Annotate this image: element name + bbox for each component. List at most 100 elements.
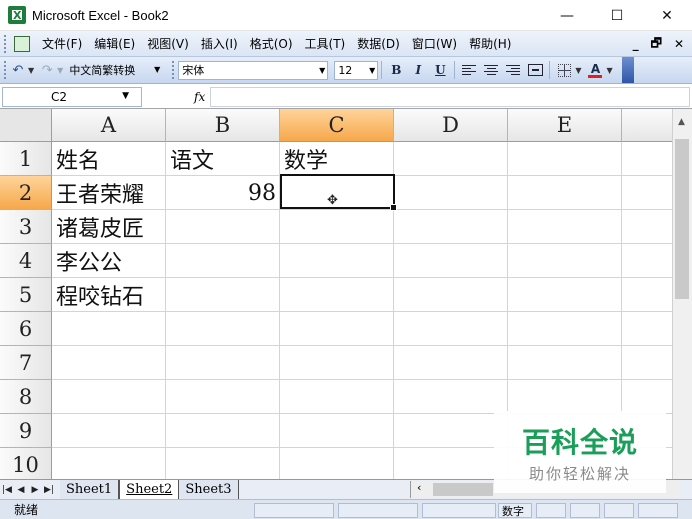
cell-b2[interactable]: 98	[166, 176, 280, 210]
status-panel	[604, 503, 634, 518]
excel-app-icon[interactable]: X	[8, 6, 26, 24]
menu-file[interactable]: 文件(F)	[36, 31, 88, 57]
cell-a5[interactable]: 程咬钻石	[52, 278, 166, 312]
minimize-button[interactable]: —	[542, 0, 592, 31]
status-bar: 就绪 数字	[0, 499, 692, 519]
doc-close-button[interactable]: ✕	[674, 37, 684, 51]
underline-button[interactable]: U	[429, 60, 451, 80]
close-button[interactable]: ✕	[642, 0, 692, 31]
sheet-tab-3[interactable]: Sheet3	[179, 480, 239, 499]
italic-button[interactable]: I	[407, 60, 429, 80]
borders-icon	[557, 63, 571, 77]
column-header-d[interactable]: D	[394, 109, 508, 142]
sheet-tab-1[interactable]: Sheet1	[60, 480, 120, 499]
menu-view[interactable]: 视图(V)	[141, 31, 195, 57]
doc-restore-button[interactable]: 🗗	[651, 34, 662, 55]
menu-data[interactable]: 数据(D)	[351, 31, 406, 57]
insert-function-icon[interactable]: fx	[194, 90, 205, 104]
chevron-down-icon: ▼	[154, 64, 161, 74]
scroll-up-icon[interactable]: ▲	[678, 117, 685, 127]
align-right-button[interactable]	[502, 60, 524, 80]
row-header-9[interactable]: 9	[0, 414, 52, 448]
toolbar-separator	[549, 61, 551, 79]
font-color-letter: A	[590, 61, 601, 76]
select-all-button[interactable]	[0, 109, 52, 142]
bold-button[interactable]: B	[385, 60, 407, 80]
merge-center-icon	[527, 64, 543, 76]
window-title: Microsoft Excel - Book2	[32, 7, 169, 23]
scroll-left-icon[interactable]: ‹	[417, 481, 421, 494]
redo-dropdown-icon[interactable]: ▼	[57, 66, 63, 75]
vertical-scroll-thumb[interactable]	[675, 139, 689, 299]
chevron-down-icon: ▼	[319, 65, 326, 75]
row-header-4[interactable]: 4	[0, 244, 52, 278]
row-header-1[interactable]: 1	[0, 142, 52, 176]
menu-tools[interactable]: 工具(T)	[299, 31, 352, 57]
cell-a3[interactable]: 诸葛皮匠	[52, 210, 166, 244]
last-sheet-icon[interactable]: ▶|	[42, 485, 56, 495]
vertical-scrollbar[interactable]: ▲	[672, 109, 692, 479]
row-header-2[interactable]: 2	[0, 176, 52, 210]
cell-a4[interactable]: 李公公	[52, 244, 166, 278]
font-color-dropdown-icon[interactable]: ▼	[606, 66, 612, 75]
column-header-a[interactable]: A	[52, 109, 166, 142]
column-header-f[interactable]	[622, 109, 672, 142]
formula-bar: C2 ▼ fx	[0, 85, 692, 109]
prev-sheet-icon[interactable]: ◀	[14, 485, 28, 495]
redo-icon[interactable]: ↷	[37, 60, 57, 80]
formatting-toolbar: ↶ ▼ ↷ ▼ 中文简繁转换 ▼ 宋体 ▼ 12 ▼ B I U ▼ A ▼	[0, 57, 692, 84]
cell-b1[interactable]: 语文	[166, 142, 280, 176]
watermark-subtitle: 助你轻松解决	[528, 464, 631, 483]
merge-center-button[interactable]	[524, 60, 546, 80]
status-panel	[536, 503, 566, 518]
align-center-icon	[484, 64, 499, 76]
align-center-button[interactable]	[480, 60, 502, 80]
row-header-7[interactable]: 7	[0, 346, 52, 380]
borders-button[interactable]	[553, 60, 575, 80]
row-header-3[interactable]: 3	[0, 210, 52, 244]
cell-c1[interactable]: 数学	[280, 142, 394, 176]
status-panel	[570, 503, 600, 518]
num-lock-indicator: 数字	[498, 503, 532, 518]
row-header-5[interactable]: 5	[0, 278, 52, 312]
undo-dropdown-icon[interactable]: ▼	[28, 66, 34, 75]
font-size-select[interactable]: 12 ▼	[334, 60, 379, 80]
menu-format[interactable]: 格式(O)	[244, 31, 299, 57]
column-header-e[interactable]: E	[508, 109, 622, 142]
sheet-tab-2[interactable]: Sheet2	[119, 480, 180, 499]
first-sheet-icon[interactable]: |◀	[0, 485, 14, 495]
status-ready-text: 就绪	[14, 503, 39, 517]
next-sheet-icon[interactable]: ▶	[28, 485, 42, 495]
menu-grip-handle[interactable]	[4, 34, 10, 53]
borders-dropdown-icon[interactable]: ▼	[575, 66, 581, 75]
cell-a1[interactable]: 姓名	[52, 142, 166, 176]
menu-bar: 文件(F) 编辑(E) 视图(V) 插入(I) 格式(O) 工具(T) 数据(D…	[0, 31, 692, 57]
column-header-c[interactable]: C	[280, 109, 394, 142]
font-name-select[interactable]: 宋体 ▼	[178, 60, 329, 80]
menu-insert[interactable]: 插入(I)	[195, 31, 244, 57]
toolbar-grip-handle-2[interactable]	[172, 61, 176, 79]
horizontal-scroll-thumb[interactable]	[433, 483, 493, 496]
doc-minimize-button[interactable]: _	[633, 37, 639, 51]
cell-a2[interactable]: 王者荣耀	[52, 176, 166, 210]
workbook-icon[interactable]	[14, 35, 30, 52]
menu-help[interactable]: 帮助(H)	[463, 31, 517, 57]
undo-icon[interactable]: ↶	[8, 60, 28, 80]
chinese-conversion-button[interactable]: 中文简繁转换 ▼	[66, 61, 162, 80]
name-box[interactable]: C2 ▼	[2, 86, 142, 107]
maximize-button[interactable]: ☐	[592, 0, 642, 31]
status-panel	[254, 503, 334, 518]
menu-window[interactable]: 窗口(W)	[406, 31, 463, 57]
row-header-8[interactable]: 8	[0, 380, 52, 414]
status-panel	[638, 503, 678, 518]
column-header-b[interactable]: B	[166, 109, 280, 142]
row-header-10[interactable]: 10	[0, 448, 52, 479]
menu-edit[interactable]: 编辑(E)	[88, 31, 141, 57]
font-name-value: 宋体	[182, 64, 205, 77]
toolbar-options-icon[interactable]	[621, 57, 634, 83]
align-left-button[interactable]	[458, 60, 480, 80]
gridline	[52, 379, 672, 380]
row-header-6[interactable]: 6	[0, 312, 52, 346]
font-color-button[interactable]: A	[584, 60, 606, 80]
formula-input[interactable]	[210, 87, 690, 107]
